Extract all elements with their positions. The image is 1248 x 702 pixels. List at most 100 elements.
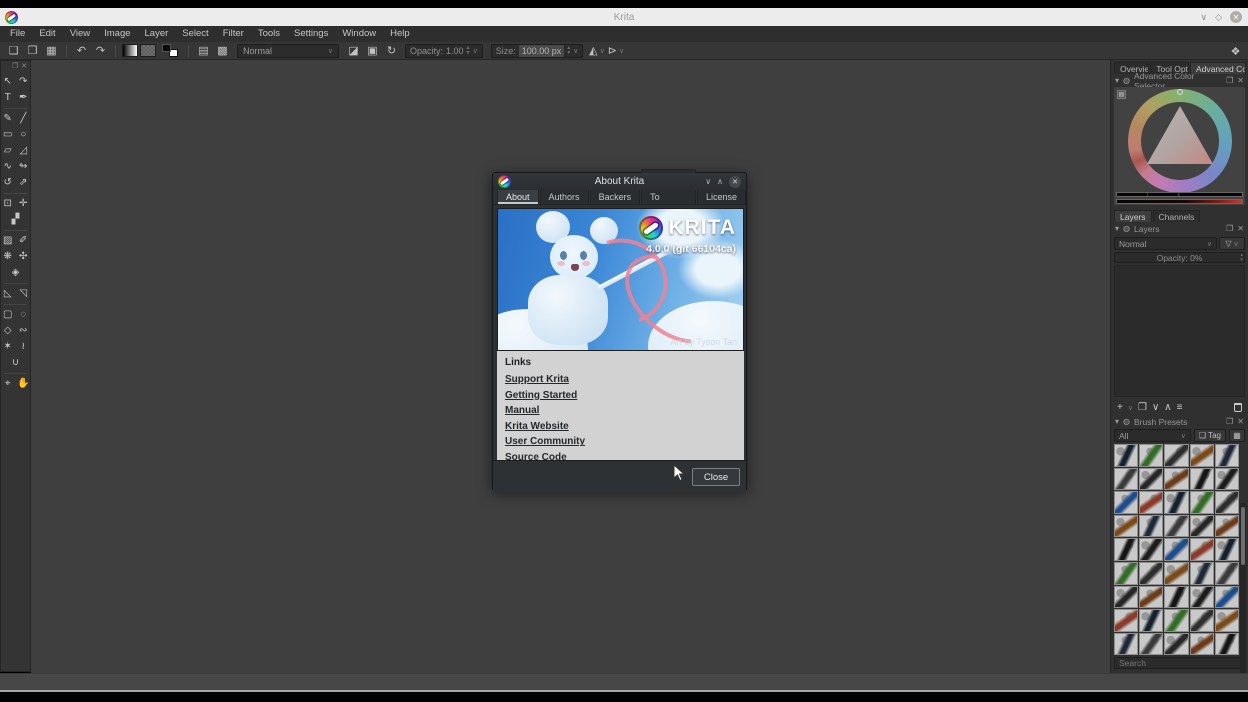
dock-tab-layers[interactable]: Layers [1114, 210, 1152, 222]
menu-filter[interactable]: Filter [216, 26, 251, 42]
brush-preset-item[interactable] [1190, 633, 1214, 656]
brush-preset-item[interactable] [1164, 444, 1188, 467]
brush-preset-item[interactable] [1114, 515, 1138, 538]
elliptical-select-tool[interactable]: ◌ [17, 307, 31, 322]
multibrush-tool[interactable]: ⇗ [17, 175, 31, 190]
spin-arrows-icon[interactable]: ▴▾ [467, 46, 470, 56]
hue-ring[interactable] [1128, 89, 1232, 193]
window-close-icon[interactable]: ✕ [1230, 11, 1242, 23]
dock-tab-channels[interactable]: Channels [1153, 210, 1201, 222]
rectangular-select-tool[interactable]: ▢ [1, 307, 15, 322]
brush-preset-item[interactable] [1114, 562, 1138, 585]
menu-file[interactable]: File [3, 26, 32, 42]
layer-list[interactable] [1114, 265, 1245, 397]
dialog-titlebar[interactable]: About Krita ∨ ∧ ✕ [493, 173, 746, 190]
link-manual[interactable]: Manual [505, 405, 736, 416]
freehand-brush-tool[interactable]: ✎ [1, 111, 15, 126]
menu-window[interactable]: Window [335, 26, 383, 42]
link-support-krita[interactable]: Support Krita [505, 374, 736, 385]
magnetic-select-tool[interactable]: ∪ [9, 355, 23, 370]
brush-preset-item[interactable] [1114, 586, 1138, 609]
brush-presets-header[interactable]: ▾ ◍ Brush Presets ❐ ✕ [1111, 415, 1248, 428]
dynamic-brush-tool[interactable]: ↺ [1, 175, 15, 190]
menu-edit[interactable]: Edit [32, 26, 62, 42]
tag-button[interactable]: ❑ Tag [1194, 429, 1226, 442]
brush-preset-item[interactable] [1190, 538, 1214, 561]
dialog-tab-authors[interactable]: Authors [540, 189, 589, 204]
preset-filter-select[interactable]: All ∨ [1114, 429, 1191, 442]
brush-preset-item[interactable] [1215, 586, 1239, 609]
menu-select[interactable]: Select [175, 26, 215, 42]
collapse-icon[interactable]: ▾ [1115, 417, 1119, 426]
mirror-horizontal-button[interactable]: ◭∨ [588, 43, 605, 58]
dialog-unshade-icon[interactable]: ∧ [717, 177, 723, 186]
display-mode-button[interactable]: ▦ [1229, 429, 1245, 442]
polygon-tool[interactable]: ▱ [1, 143, 15, 158]
gradient-chooser[interactable] [122, 44, 138, 57]
brush-preset-item[interactable] [1164, 586, 1188, 609]
add-layer-button[interactable]: + [1117, 402, 1123, 413]
chevron-down-icon[interactable]: ∨ [600, 47, 605, 55]
rectangle-tool[interactable]: ▭ [1, 127, 15, 142]
float-docker-icon[interactable]: ❐ [1226, 417, 1233, 426]
brush-preset-item[interactable] [1164, 491, 1188, 514]
brush-preset-item[interactable] [1139, 586, 1163, 609]
line-tool[interactable]: ╱ [17, 111, 31, 126]
brush-preset-item[interactable] [1114, 538, 1138, 561]
bezier-select-tool[interactable]: ≀ [17, 339, 31, 354]
colorize-mask-tool[interactable]: ❋ [1, 249, 15, 264]
transform-tool[interactable]: ⊡ [1, 196, 15, 211]
brush-size-spinner[interactable]: Size: 100.00 px ▴▾ ∨ [491, 44, 584, 58]
layer-properties-button[interactable]: ≡ [1177, 402, 1183, 413]
similar-color-select-tool[interactable]: ✶ [1, 339, 15, 354]
color-selector-settings-icon[interactable]: ▤ [1117, 90, 1126, 99]
preserve-alpha-button[interactable]: ▣ [364, 43, 381, 58]
undo-button[interactable]: ↶ [73, 43, 90, 58]
reload-preset-button[interactable]: ↻ [383, 43, 400, 58]
brush-preset-item[interactable] [1164, 538, 1188, 561]
close-docker-icon[interactable]: ✕ [1237, 76, 1244, 85]
menu-help[interactable]: Help [383, 26, 417, 42]
brush-preset-item[interactable] [1190, 444, 1214, 467]
spin-arrows-icon[interactable]: ▴▾ [567, 46, 570, 56]
collapse-icon[interactable]: ▾ [1115, 224, 1119, 233]
freehand-path-tool[interactable]: ↬ [17, 159, 31, 174]
color-picker-tool[interactable]: ✐ [17, 233, 31, 248]
open-document-button[interactable]: ❐ [24, 43, 41, 58]
brush-preset-item[interactable] [1139, 515, 1163, 538]
brush-preset-item[interactable] [1139, 491, 1163, 514]
layer-opacity-slider[interactable]: Opacity: 0% ▴▾ [1114, 252, 1245, 263]
menu-layer[interactable]: Layer [138, 26, 176, 42]
preset-search-input[interactable]: Search [1114, 657, 1245, 669]
chevron-down-icon[interactable]: ∨ [1128, 404, 1133, 412]
pattern-chooser[interactable] [140, 44, 156, 57]
fill-tool[interactable]: ◈ [9, 265, 23, 280]
spin-arrows-icon[interactable]: ▴▾ [1240, 253, 1243, 262]
edit-brush-settings-button[interactable]: ▤ [195, 43, 212, 58]
menu-settings[interactable]: Settings [287, 26, 335, 42]
ellipse-tool[interactable]: ○ [17, 127, 31, 142]
brush-preset-item[interactable] [1114, 609, 1138, 632]
brush-preset-item[interactable] [1139, 444, 1163, 467]
menu-tools[interactable]: Tools [251, 26, 287, 42]
duplicate-layer-button[interactable]: ❐ [1138, 402, 1147, 413]
close-docker-icon[interactable]: ✕ [1237, 417, 1244, 426]
new-document-button[interactable]: ❏ [5, 43, 22, 58]
brush-preset-item[interactable] [1215, 444, 1239, 467]
chevron-down-icon[interactable]: ∨ [473, 47, 478, 55]
canvas-area[interactable]: About Krita ∨ ∧ ✕ AboutAuthorsBackersAls… [31, 60, 1110, 673]
dialog-tab-license[interactable]: License [697, 189, 746, 204]
brush-preset-item[interactable] [1190, 609, 1214, 632]
layers-header[interactable]: ▾ ◍ Layers ❐ ✕ [1111, 222, 1248, 235]
foreground-background-colors[interactable] [161, 43, 179, 58]
redo-button[interactable]: ↷ [92, 43, 109, 58]
dialog-tab-backers[interactable]: Backers [590, 189, 641, 204]
smart-patch-tool[interactable]: ✣ [17, 249, 31, 264]
advanced-color-selector-header[interactable]: ▾ ◍ Advanced Color Selector ❐ ✕ [1111, 74, 1248, 87]
polyline-tool[interactable]: ◿ [17, 143, 31, 158]
window-titlebar[interactable]: Krita ∨ ◇ ✕ [0, 8, 1248, 26]
close-button[interactable]: Close [692, 468, 740, 486]
window-maximize-icon[interactable]: ◇ [1215, 12, 1222, 23]
assistants-tool[interactable]: ◹ [17, 286, 31, 301]
brush-preset-item[interactable] [1114, 491, 1138, 514]
